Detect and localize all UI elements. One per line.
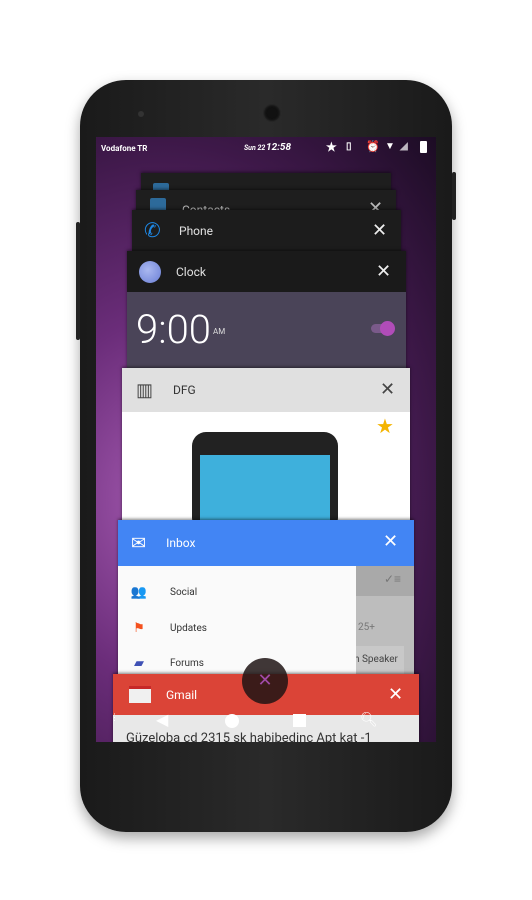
front-camera [138,111,144,117]
app-title: Phone [179,224,214,238]
signal-icon: ◢ [400,141,408,152]
carrier-label: Vodafone TR [101,144,148,153]
vibrate-icon: ▯ [346,141,352,152]
time-label: 12:58 [266,142,292,153]
drawer-item-forums[interactable]: ▰ Forums [130,656,204,671]
close-icon[interactable]: ✕ [380,381,395,399]
recent-card-phone[interactable]: ✆ Phone ✕ [132,210,401,252]
close-icon[interactable]: ✕ [376,263,391,281]
bundle-count: 25+ [358,622,375,633]
home-icon[interactable] [225,714,239,728]
sweep-icon[interactable]: ✓≡ [384,572,401,586]
close-icon[interactable]: ✕ [388,686,403,704]
phone-image [192,432,338,528]
recent-card-clock[interactable]: Clock ✕ 9:00 AM [127,251,406,369]
email-preview: Güzeloba cd 2315 sk habibedinc Apt kat -… [126,731,372,742]
forum-icon: ▰ [134,656,144,671]
recent-card-dfg[interactable]: ▥ DFG ✕ ★ [122,368,410,528]
app-title: Inbox [166,536,196,550]
phone-icon: ✆ [144,218,161,242]
alarm-toggle[interactable] [371,321,395,336]
inbox-icon: ✉ [131,532,147,554]
drawer-item-updates[interactable]: ⚑ Updates [130,621,207,636]
alarm-ampm: AM [213,327,226,336]
volume-rocker[interactable] [76,222,80,340]
recents-icon[interactable] [293,714,306,727]
app-title: Clock [176,264,206,279]
star-icon: ★ [326,140,337,154]
power-button[interactable] [452,172,456,220]
app-title: DFG [173,383,196,397]
wifi-icon: ▼ [385,141,395,152]
clock-icon [139,260,161,283]
back-icon[interactable]: ◀ [156,710,168,729]
inbox-toolbar: ✓≡ [356,566,414,596]
flag-icon: ⚑ [133,621,145,636]
star-icon[interactable]: ★ [376,414,394,438]
app-title: Gmail [166,687,198,702]
people-icon: 👥 [130,585,148,600]
drawer-item-social[interactable]: 👥 Social [130,585,197,600]
screen: Vodafone TR Sun 22 12:58 ★ ▯ ⏰ ▼ ◢ Conta… [96,137,436,742]
behind-item: h Speaker [354,646,404,674]
close-icon[interactable]: ✕ [372,222,387,240]
menu-icon[interactable]: ⋮ [110,713,119,723]
battery-icon [420,141,427,153]
date-label: Sun 22 [244,144,266,152]
alarm-icon: ⏰ [366,140,380,153]
dismiss-all-button[interactable]: ✕ [242,658,288,704]
search-icon[interactable]: 🔍︎ [360,712,378,728]
gmail-icon [129,686,151,703]
close-icon[interactable]: ✕ [383,533,398,551]
nav-bar: ⋮ ◀ 🔍︎ [96,710,436,732]
speaker-grille [263,104,281,122]
devices-icon: ▥ [136,379,154,401]
alarm-time: 9:00 [136,306,211,353]
status-bar: Vodafone TR Sun 22 12:58 ★ ▯ ⏰ ▼ ◢ [96,137,436,159]
